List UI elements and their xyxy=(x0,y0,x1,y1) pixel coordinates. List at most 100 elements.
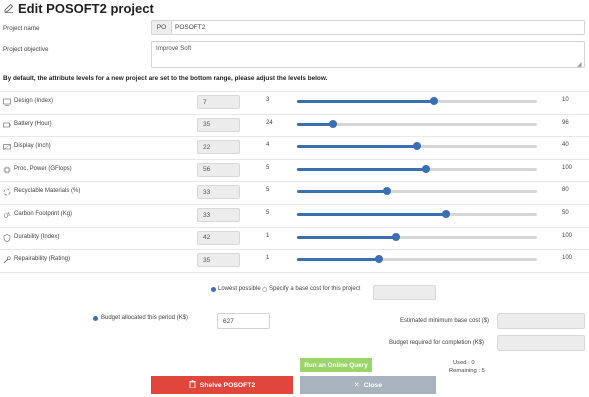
slider-fill xyxy=(297,213,447,216)
attribute-row: Recyclable Materials (%) 33 5 80 xyxy=(0,181,589,203)
attribute-slider[interactable] xyxy=(297,232,537,241)
attribute-max: 40 xyxy=(562,142,569,149)
battery-icon xyxy=(3,121,11,129)
cost-option-lowest[interactable]: Lowest possible xyxy=(211,286,261,292)
slider-handle[interactable] xyxy=(329,119,337,128)
slider-handle[interactable] xyxy=(375,255,384,264)
base-cost-input[interactable] xyxy=(373,285,436,300)
budget-allocated-label: Budget allocated this period (K$) xyxy=(101,315,189,321)
attribute-row: Design (Index) 7 3 10 xyxy=(0,91,589,113)
page-title-text: Edit POSOFT2 project xyxy=(18,1,154,16)
attribute-max: 100 xyxy=(562,232,573,239)
design-icon xyxy=(3,98,11,106)
trash-icon xyxy=(189,380,196,390)
attribute-row: Display (Inch) 22 4 40 xyxy=(0,136,589,158)
slider-fill xyxy=(297,235,397,239)
slider-handle[interactable] xyxy=(421,164,430,173)
attribute-value-field: 33 xyxy=(197,208,240,222)
close-icon: ✕ xyxy=(353,382,360,389)
attribute-value-field: 56 xyxy=(197,162,240,177)
page-title: Edit POSOFT2 project xyxy=(4,1,154,16)
attribute-slider[interactable] xyxy=(297,187,537,196)
attribute-slider[interactable] xyxy=(297,97,537,105)
attribute-name: Display (Inch) xyxy=(14,143,51,150)
slider-fill xyxy=(297,190,387,194)
attribute-name: Durability (Index) xyxy=(14,233,60,240)
min-base-cost-label: Estimated minimum base cost ($) xyxy=(400,318,490,324)
attribute-name: Recyclable Materials (%) xyxy=(14,188,81,195)
slider-fill xyxy=(297,122,333,126)
slider-handle[interactable] xyxy=(382,187,391,196)
recycle-icon xyxy=(3,188,11,196)
shield-icon xyxy=(3,233,11,242)
attribute-name: Repairability (Rating) xyxy=(14,256,71,263)
attribute-max: 80 xyxy=(562,187,569,194)
radio-lowest[interactable] xyxy=(211,286,216,292)
slider-fill xyxy=(297,258,380,262)
attribute-max: 50 xyxy=(562,210,569,216)
attribute-slider[interactable] xyxy=(297,142,537,151)
close-button[interactable]: ✕ Close xyxy=(300,376,436,394)
slider-fill xyxy=(297,100,434,103)
attribute-name: Proc. Power (GFlops) xyxy=(14,165,72,172)
shelve-button-label: Shelve POSOFT2 xyxy=(199,381,256,389)
attribute-min: 1 xyxy=(266,255,270,262)
run-online-query-button[interactable]: Run an Online Query xyxy=(300,358,372,372)
attribute-name: Design (Index) xyxy=(14,98,54,104)
project-name-label: Project name xyxy=(3,25,40,32)
attribute-slider[interactable] xyxy=(297,164,537,173)
slider-handle[interactable] xyxy=(429,97,438,105)
objective-textarea[interactable]: Improve Soft xyxy=(151,41,585,68)
footprint-icon xyxy=(3,211,11,219)
attribute-row: Repairability (Rating) 35 1 100 xyxy=(0,249,589,271)
attribute-value-field: 7 xyxy=(197,95,240,109)
shelve-button[interactable]: Shelve POSOFT2 xyxy=(151,376,293,394)
attribute-max: 10 xyxy=(562,97,569,103)
default-levels-note: By default, the attribute levels for a n… xyxy=(3,75,328,82)
attribute-slider[interactable] xyxy=(297,255,537,264)
attribute-max: 96 xyxy=(562,119,569,126)
objective-label: Project objective xyxy=(3,46,49,53)
cost-option-specify[interactable]: Specify a base cost for this project xyxy=(262,286,360,292)
attribute-min: 3 xyxy=(266,97,270,103)
attribute-value-field: 42 xyxy=(197,230,240,245)
budget-allocated-input[interactable]: 627 xyxy=(217,313,270,329)
radio-specify[interactable] xyxy=(262,286,267,292)
attribute-slider[interactable] xyxy=(297,210,537,218)
attribute-value-field: 22 xyxy=(197,140,240,155)
edit-icon xyxy=(4,1,14,16)
attribute-value-field: 35 xyxy=(197,253,240,268)
attribute-row: Carbon Footprint (Kg) 33 5 50 xyxy=(0,204,589,226)
attribute-min: 5 xyxy=(266,210,270,216)
queries-remaining: Remaining : 5 xyxy=(449,368,485,374)
project-name-input[interactable]: POSOFT2 xyxy=(171,20,585,35)
project-prefix: PO xyxy=(151,20,171,35)
attribute-value-field: 33 xyxy=(197,185,240,200)
budget-required-label: Budget required for completion (K$) xyxy=(389,340,485,346)
attribute-min: 5 xyxy=(266,164,270,171)
resize-handle-icon[interactable]: ◢ xyxy=(577,61,582,68)
processor-icon xyxy=(3,166,11,174)
attribute-name: Carbon Footprint (Kg) xyxy=(14,211,73,217)
attribute-min: 5 xyxy=(266,187,270,194)
attribute-name: Battery (Hour) xyxy=(14,120,52,127)
attribute-row: Battery (Hour) 35 24 96 xyxy=(0,113,589,136)
cost-option-specify-label: Specify a base cost for this project xyxy=(269,286,361,292)
attribute-slider[interactable] xyxy=(297,119,537,128)
slider-handle[interactable] xyxy=(413,142,421,151)
rows-divider xyxy=(0,271,589,273)
budget-allocated: Budget allocated this period (K$) xyxy=(93,315,188,321)
slider-handle[interactable] xyxy=(392,232,401,241)
close-button-label: Close xyxy=(363,381,383,389)
attribute-max: 100 xyxy=(562,164,573,171)
attribute-row: Proc. Power (GFlops) 56 5 100 xyxy=(0,158,589,181)
attribute-row: Durability (Index) 42 1 100 xyxy=(0,226,589,249)
slider-fill xyxy=(297,167,426,171)
slider-handle[interactable] xyxy=(442,210,451,218)
display-icon xyxy=(3,143,11,151)
attribute-max: 100 xyxy=(562,255,573,262)
attribute-value-field: 35 xyxy=(197,117,240,132)
attribute-min: 4 xyxy=(266,142,270,149)
slider-fill xyxy=(297,145,417,149)
attribute-min: 1 xyxy=(266,232,270,239)
